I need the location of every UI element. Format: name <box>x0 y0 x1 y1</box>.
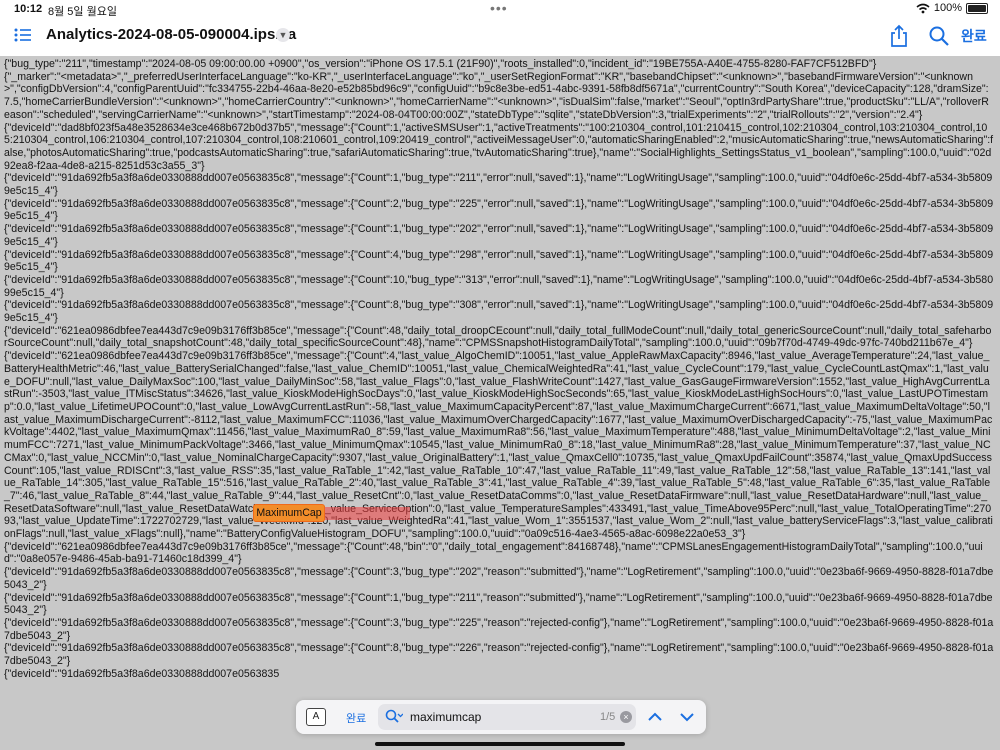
current-search-match: MaximumCap <box>254 505 324 521</box>
list-icon[interactable] <box>12 24 34 46</box>
status-time: 10:12 <box>14 3 43 15</box>
done-button[interactable]: 완료 <box>961 26 987 46</box>
battery-icon <box>966 2 988 14</box>
log-text: {"bug_type":"211","timestamp":"2024-08-0… <box>4 58 994 680</box>
log-viewer[interactable]: {"bug_type":"211","timestamp":"2024-08-0… <box>0 56 1000 750</box>
nav-bar: Analytics-2024-08-05-090004.ips.ca ▼ 완료 <box>0 18 1000 54</box>
find-field[interactable]: maximumcap 1/5 × <box>378 704 636 730</box>
document-title[interactable]: Analytics-2024-08-05-090004.ips.ca <box>46 26 296 43</box>
search-options-icon[interactable] <box>385 709 403 725</box>
status-bar: 10:12 8월 5일 월요일 ••• 100% <box>0 0 1000 18</box>
chevron-down-icon[interactable] <box>676 706 698 728</box>
clear-icon[interactable]: × <box>620 711 632 723</box>
search-match-highlight <box>324 507 410 520</box>
search-icon[interactable] <box>928 25 950 47</box>
home-indicator[interactable] <box>375 742 625 746</box>
share-icon[interactable] <box>888 24 910 48</box>
match-count: 1/5 <box>600 711 616 723</box>
chevron-up-icon[interactable] <box>644 706 666 728</box>
chevron-down-icon[interactable]: ▼ <box>276 28 290 42</box>
multitasking-dots[interactable]: ••• <box>490 0 508 16</box>
battery-percent: 100% <box>933 2 962 14</box>
status-right: 100% <box>916 2 988 14</box>
find-bar: A 완료 maximumcap 1/5 × <box>296 700 706 734</box>
keyboard-icon[interactable]: A <box>306 708 326 726</box>
status-date: 8월 5일 월요일 <box>48 6 117 18</box>
find-query: maximumcap <box>410 710 482 724</box>
find-done-button[interactable]: 완료 <box>346 710 366 726</box>
wifi-icon <box>916 3 930 13</box>
